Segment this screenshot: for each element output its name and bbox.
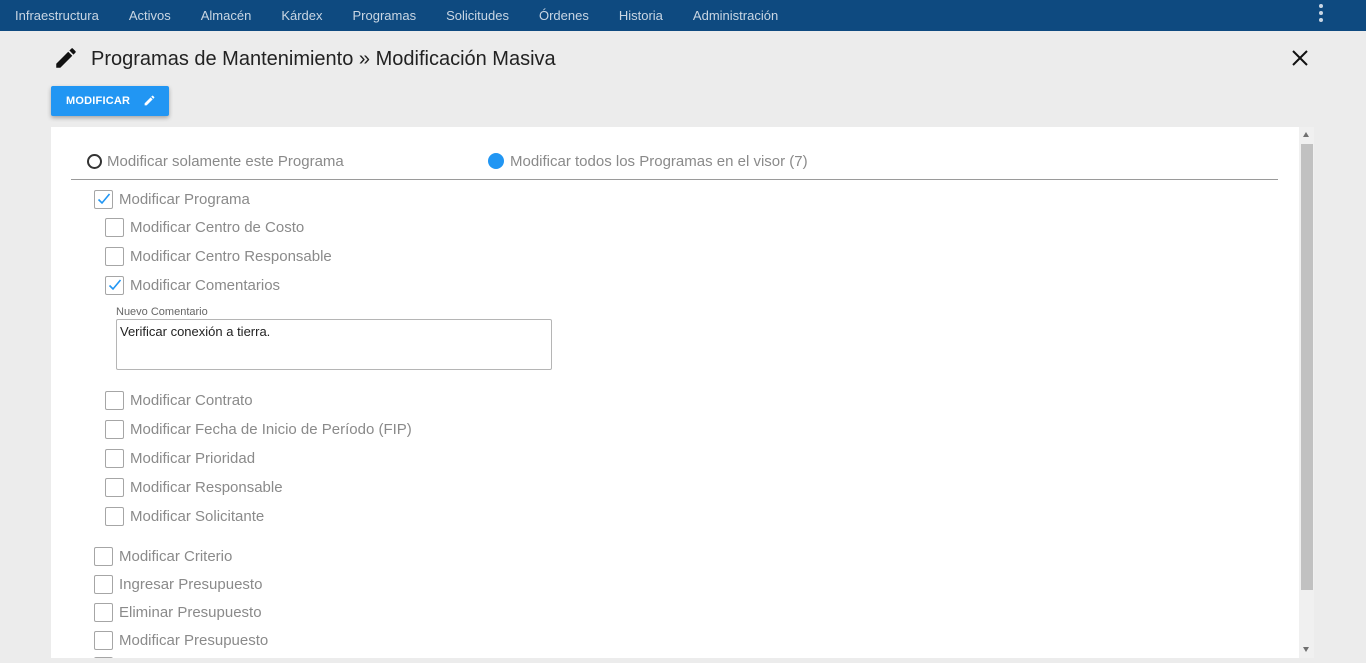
nav-item-historia[interactable]: Historia	[619, 8, 663, 23]
close-icon[interactable]	[1288, 46, 1312, 70]
nav-item-administracion[interactable]: Administración	[693, 8, 778, 23]
modify-button-label: MODIFICAR	[66, 95, 131, 107]
checkbox-label: Modificar Centro de Costo	[130, 218, 305, 236]
checkbox-box	[105, 477, 124, 497]
radio-unselected	[87, 153, 102, 169]
checkbox-ingresar-presupuesto[interactable]: Ingresar Presupuesto	[94, 574, 262, 594]
nav-item-programas[interactable]: Programas	[353, 8, 417, 23]
divider	[71, 179, 1278, 180]
radio-selected	[488, 153, 504, 169]
nav-item-ordenes[interactable]: Órdenes	[539, 8, 589, 23]
checkbox-solicitante[interactable]: Modificar Solicitante	[105, 506, 264, 526]
checkbox-box	[94, 574, 113, 594]
checkbox-label: Modificar Programa	[119, 190, 250, 208]
checkbox-modificar-programa[interactable]: Modificar Programa	[94, 189, 250, 209]
checkbox-box	[105, 275, 124, 295]
new-comment-input[interactable]	[116, 319, 552, 370]
top-nav: Infraestructura Activos Almacén Kárdex P…	[0, 0, 1366, 31]
checkbox-label: Modificar Centro Responsable	[130, 247, 332, 265]
checkbox-prioridad[interactable]: Modificar Prioridad	[105, 448, 255, 468]
check-icon	[108, 278, 122, 290]
nav-item-almacen[interactable]: Almacén	[201, 8, 252, 23]
checkbox-centro-responsable[interactable]: Modificar Centro Responsable	[105, 246, 332, 266]
checkbox-criterio[interactable]: Modificar Criterio	[94, 546, 232, 566]
nav-item-infraestructura[interactable]: Infraestructura	[15, 8, 99, 23]
checkbox-centro-costo[interactable]: Modificar Centro de Costo	[105, 217, 304, 237]
radio-single-label: Modificar solamente este Programa	[107, 152, 344, 170]
radio-all-programs[interactable]: Modificar todos los Programas en el viso…	[488, 151, 808, 171]
checkbox-box	[105, 246, 124, 266]
checkbox-contrato[interactable]: Modificar Contrato	[105, 390, 253, 410]
radio-all-label: Modificar todos los Programas en el viso…	[510, 152, 808, 170]
nav-item-solicitudes[interactable]: Solicitudes	[446, 8, 509, 23]
checkbox-eliminar-presupuesto[interactable]: Eliminar Presupuesto	[94, 602, 262, 622]
checkbox-box	[94, 656, 113, 658]
checkbox-label: Modificar Contrato	[130, 391, 253, 409]
modify-button[interactable]: MODIFICAR	[51, 86, 169, 116]
checkbox-label: Modificar Prioridad	[130, 449, 256, 467]
checkbox-label: Eliminar Presupuesto	[119, 603, 262, 621]
checkbox-box	[94, 189, 113, 209]
checkbox-comentarios[interactable]: Modificar Comentarios	[105, 275, 280, 295]
checkbox-label: Modificar Responsable	[130, 478, 283, 496]
check-icon	[97, 192, 111, 204]
scroll-down-arrow-icon[interactable]	[1303, 647, 1309, 652]
checkbox-modificar-presupuesto[interactable]: Modificar Presupuesto	[94, 630, 268, 650]
nav-item-activos[interactable]: Activos	[129, 8, 171, 23]
checkbox-box	[94, 630, 113, 650]
kebab-menu-icon[interactable]	[1317, 4, 1325, 22]
checkbox-box	[105, 390, 124, 410]
scroll-thumb[interactable]	[1301, 144, 1313, 590]
checkbox-box	[105, 419, 124, 439]
new-comment-label: Nuevo Comentario	[116, 306, 208, 318]
checkbox-responsable[interactable]: Modificar Responsable	[105, 477, 283, 497]
checkbox-box	[94, 546, 113, 566]
checkbox-label: Modificar Solicitante	[130, 507, 265, 525]
scroll-up-arrow-icon[interactable]	[1303, 132, 1309, 137]
checkbox-partial[interactable]	[94, 656, 119, 658]
checkbox-label: Modificar Fecha de Inicio de Período (FI…	[130, 420, 412, 438]
radio-single-program[interactable]: Modificar solamente este Programa	[87, 151, 344, 171]
options-panel: Modificar solamente este Programa Modifi…	[51, 127, 1314, 658]
checkbox-fecha-inicio[interactable]: Modificar Fecha de Inicio de Período (FI…	[105, 419, 412, 439]
page-title: Programas de Mantenimiento » Modificació…	[91, 48, 556, 70]
checkbox-box	[105, 217, 124, 237]
checkbox-box	[105, 506, 124, 526]
checkbox-box	[94, 602, 113, 622]
checkbox-label: Modificar Comentarios	[130, 276, 281, 294]
pencil-icon	[144, 95, 155, 106]
pencil-icon	[56, 48, 76, 68]
checkbox-label: Modificar Presupuesto	[119, 631, 269, 649]
scrollbar[interactable]	[1299, 127, 1314, 658]
checkbox-box	[105, 448, 124, 468]
nav-item-kardex[interactable]: Kárdex	[281, 8, 322, 23]
checkbox-label: Modificar Criterio	[119, 547, 233, 565]
checkbox-label: Ingresar Presupuesto	[119, 575, 263, 593]
